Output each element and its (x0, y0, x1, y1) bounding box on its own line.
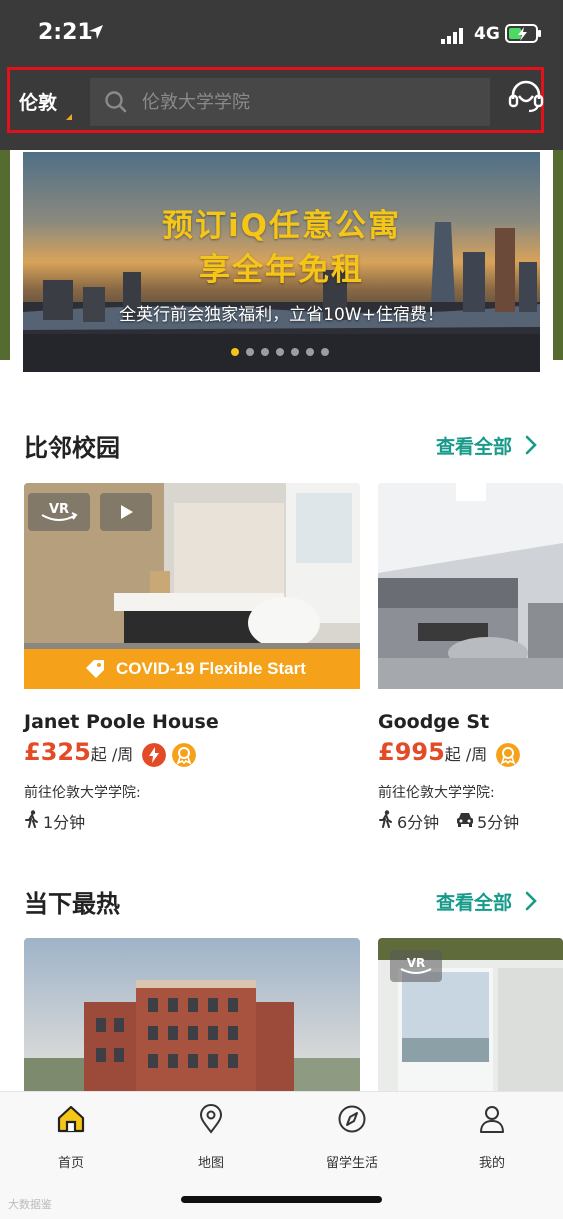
price-value: £995 (378, 738, 445, 766)
customer-service-icon[interactable] (507, 78, 545, 116)
vr-tour-button[interactable]: VR (28, 493, 90, 531)
tab-home-label: 首页 (57, 1156, 84, 1171)
property-price: £325起 /周 (24, 738, 133, 766)
property-card-hot-1[interactable] (24, 938, 360, 1091)
play-icon (121, 505, 133, 519)
battery-icon (505, 24, 541, 43)
city-selector[interactable]: 伦敦 (19, 88, 57, 115)
tab-profile-label: 我的 (478, 1156, 505, 1171)
covid-flexible-banner: COVID-19 Flexible Start (24, 649, 360, 689)
walk-time: 1分钟 (43, 813, 86, 832)
dropdown-caret-icon (66, 114, 72, 120)
property-name: Goodge St (378, 711, 490, 733)
carousel-dot[interactable] (261, 348, 269, 356)
status-bar: 2:21 4G (0, 0, 563, 66)
svg-text:VR: VR (407, 956, 426, 970)
tab-study-life-label: 留学生活 (325, 1156, 378, 1171)
property-card-hot-2[interactable]: VR (378, 938, 563, 1091)
status-time: 2:21 (38, 20, 93, 45)
price-unit: 起 /周 (90, 745, 134, 764)
carousel-dot[interactable] (246, 348, 254, 356)
carousel-dot[interactable] (321, 348, 329, 356)
banner-next-peek (553, 150, 563, 360)
award-badge-icon (172, 743, 196, 767)
search-box[interactable] (90, 78, 490, 126)
user-icon (480, 1106, 504, 1133)
banner-title-line2: 享全年免租 (199, 252, 364, 288)
award-badge-icon (496, 743, 520, 767)
carousel-dot[interactable] (291, 348, 299, 356)
search-bar-row: 伦敦 (7, 67, 544, 133)
lightning-badge-icon (142, 743, 166, 767)
destination-label: 前往伦敦大学学院: (24, 785, 141, 801)
watermark: 大数据鉴 (8, 1198, 52, 1211)
vr-tour-button[interactable]: VR (390, 950, 442, 982)
covid-flexible-label: COVID-19 Flexible Start (116, 659, 306, 678)
tag-icon (86, 660, 104, 678)
app-header: 2:21 4G 伦敦 (0, 0, 563, 150)
carousel-dot[interactable] (276, 348, 284, 356)
chevron-right-icon[interactable] (524, 890, 538, 912)
price-value: £325 (24, 738, 91, 766)
view-all-hot-link[interactable]: 查看全部 (436, 888, 512, 915)
network-type: 4G (474, 24, 500, 44)
banner-title-line1: 预订iQ任意公寓 (162, 208, 401, 244)
property-photo (24, 938, 360, 1091)
carousel-dot[interactable] (231, 348, 239, 356)
property-name: Janet Poole House (24, 711, 219, 733)
home-indicator[interactable] (181, 1196, 382, 1203)
search-input[interactable] (140, 86, 474, 118)
walking-icon (379, 810, 392, 828)
section-title-nearby: 比邻校园 (24, 434, 120, 462)
banner-subtitle: 全英行前会独家福利，立省10W+住宿费！ (119, 305, 444, 325)
property-photo (378, 483, 563, 689)
play-video-button[interactable] (100, 493, 152, 531)
destination-label: 前往伦敦大学学院: (378, 785, 495, 801)
tab-map-label: 地图 (197, 1156, 224, 1171)
property-price: £995起 /周 (378, 738, 487, 766)
vr-icon: VR (41, 502, 78, 521)
drive-time: 5分钟 (477, 813, 520, 832)
location-arrow-icon (89, 25, 103, 39)
property-photo: VR (378, 938, 563, 1091)
compass-icon (338, 1105, 366, 1133)
home-icon (57, 1105, 85, 1133)
section-title-hot: 当下最热 (24, 890, 120, 918)
map-pin-icon (199, 1104, 223, 1134)
walk-time: 6分钟 (397, 813, 440, 832)
promo-banner[interactable]: 预订iQ任意公寓 享全年免租 全英行前会独家福利，立省10W+住宿费！ (23, 152, 540, 372)
property-card-goodge-st[interactable]: Goodge St £995起 /周 前往伦敦大学学院: 6分钟 5分钟 (378, 483, 563, 833)
walking-icon (25, 810, 38, 828)
search-icon (105, 91, 127, 113)
svg-text:VR: VR (49, 502, 69, 517)
banner-prev-peek (0, 150, 10, 360)
property-card-janet-poole[interactable]: VR COVID-19 Flexible Start Janet Poole H… (24, 483, 360, 833)
chevron-right-icon[interactable] (524, 434, 538, 456)
vr-icon: VR (400, 956, 432, 974)
price-unit: 起 /周 (444, 745, 488, 764)
carousel-dot[interactable] (306, 348, 314, 356)
view-all-nearby-link[interactable]: 查看全部 (436, 432, 512, 459)
cellular-signal-icon (441, 28, 463, 44)
car-icon (457, 813, 473, 827)
